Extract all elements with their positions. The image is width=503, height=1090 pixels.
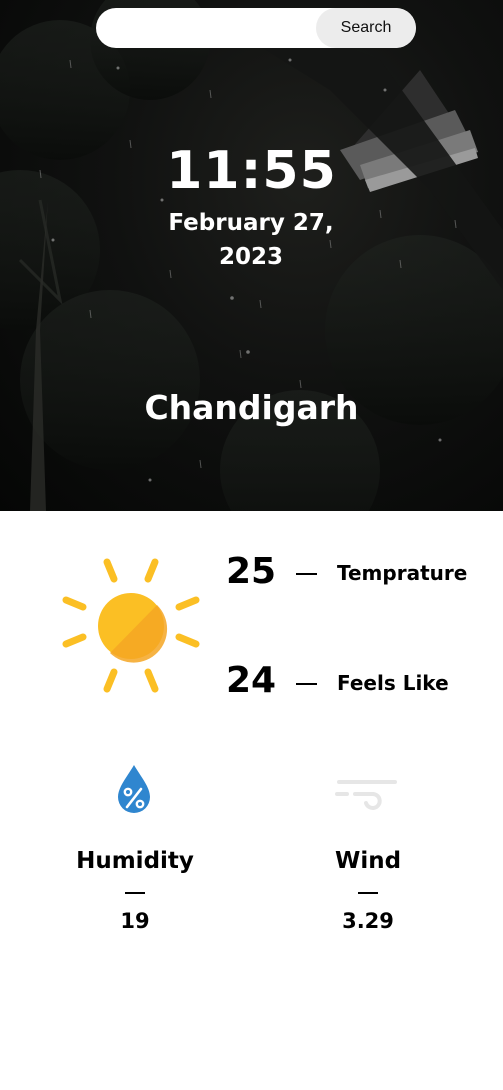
date-line-1: February 27, (168, 210, 334, 236)
date-line-2: 2023 (218, 244, 283, 270)
temperature-separator (296, 573, 317, 575)
humidity-value: 19 (120, 909, 150, 933)
current-time: 11:55 (166, 141, 337, 201)
wind-value: 3.29 (342, 909, 394, 933)
temperature-value: 25 (226, 551, 277, 592)
temperature-label: Temprature (337, 561, 468, 585)
hero-panel: Search 11:55 February 27, 2023 Chandigar… (0, 0, 503, 511)
search-input[interactable] (96, 8, 316, 48)
humidity-label: Humidity (76, 848, 194, 874)
sun-icon (62, 558, 200, 693)
search-bar: Search (96, 8, 416, 48)
feels-like-label: Feels Like (337, 671, 449, 695)
humidity-separator (125, 892, 145, 894)
feels-like-separator (296, 683, 317, 685)
city-name: Chandigarh (144, 388, 359, 427)
feels-like-value: 24 (226, 660, 277, 701)
wind-icon (335, 780, 397, 810)
wind-label: Wind (334, 848, 402, 874)
humidity-drop-icon (118, 765, 150, 813)
search-button[interactable]: Search (316, 8, 416, 48)
current-date: February 27, 2023 (151, 206, 351, 274)
wind-separator (358, 892, 378, 894)
